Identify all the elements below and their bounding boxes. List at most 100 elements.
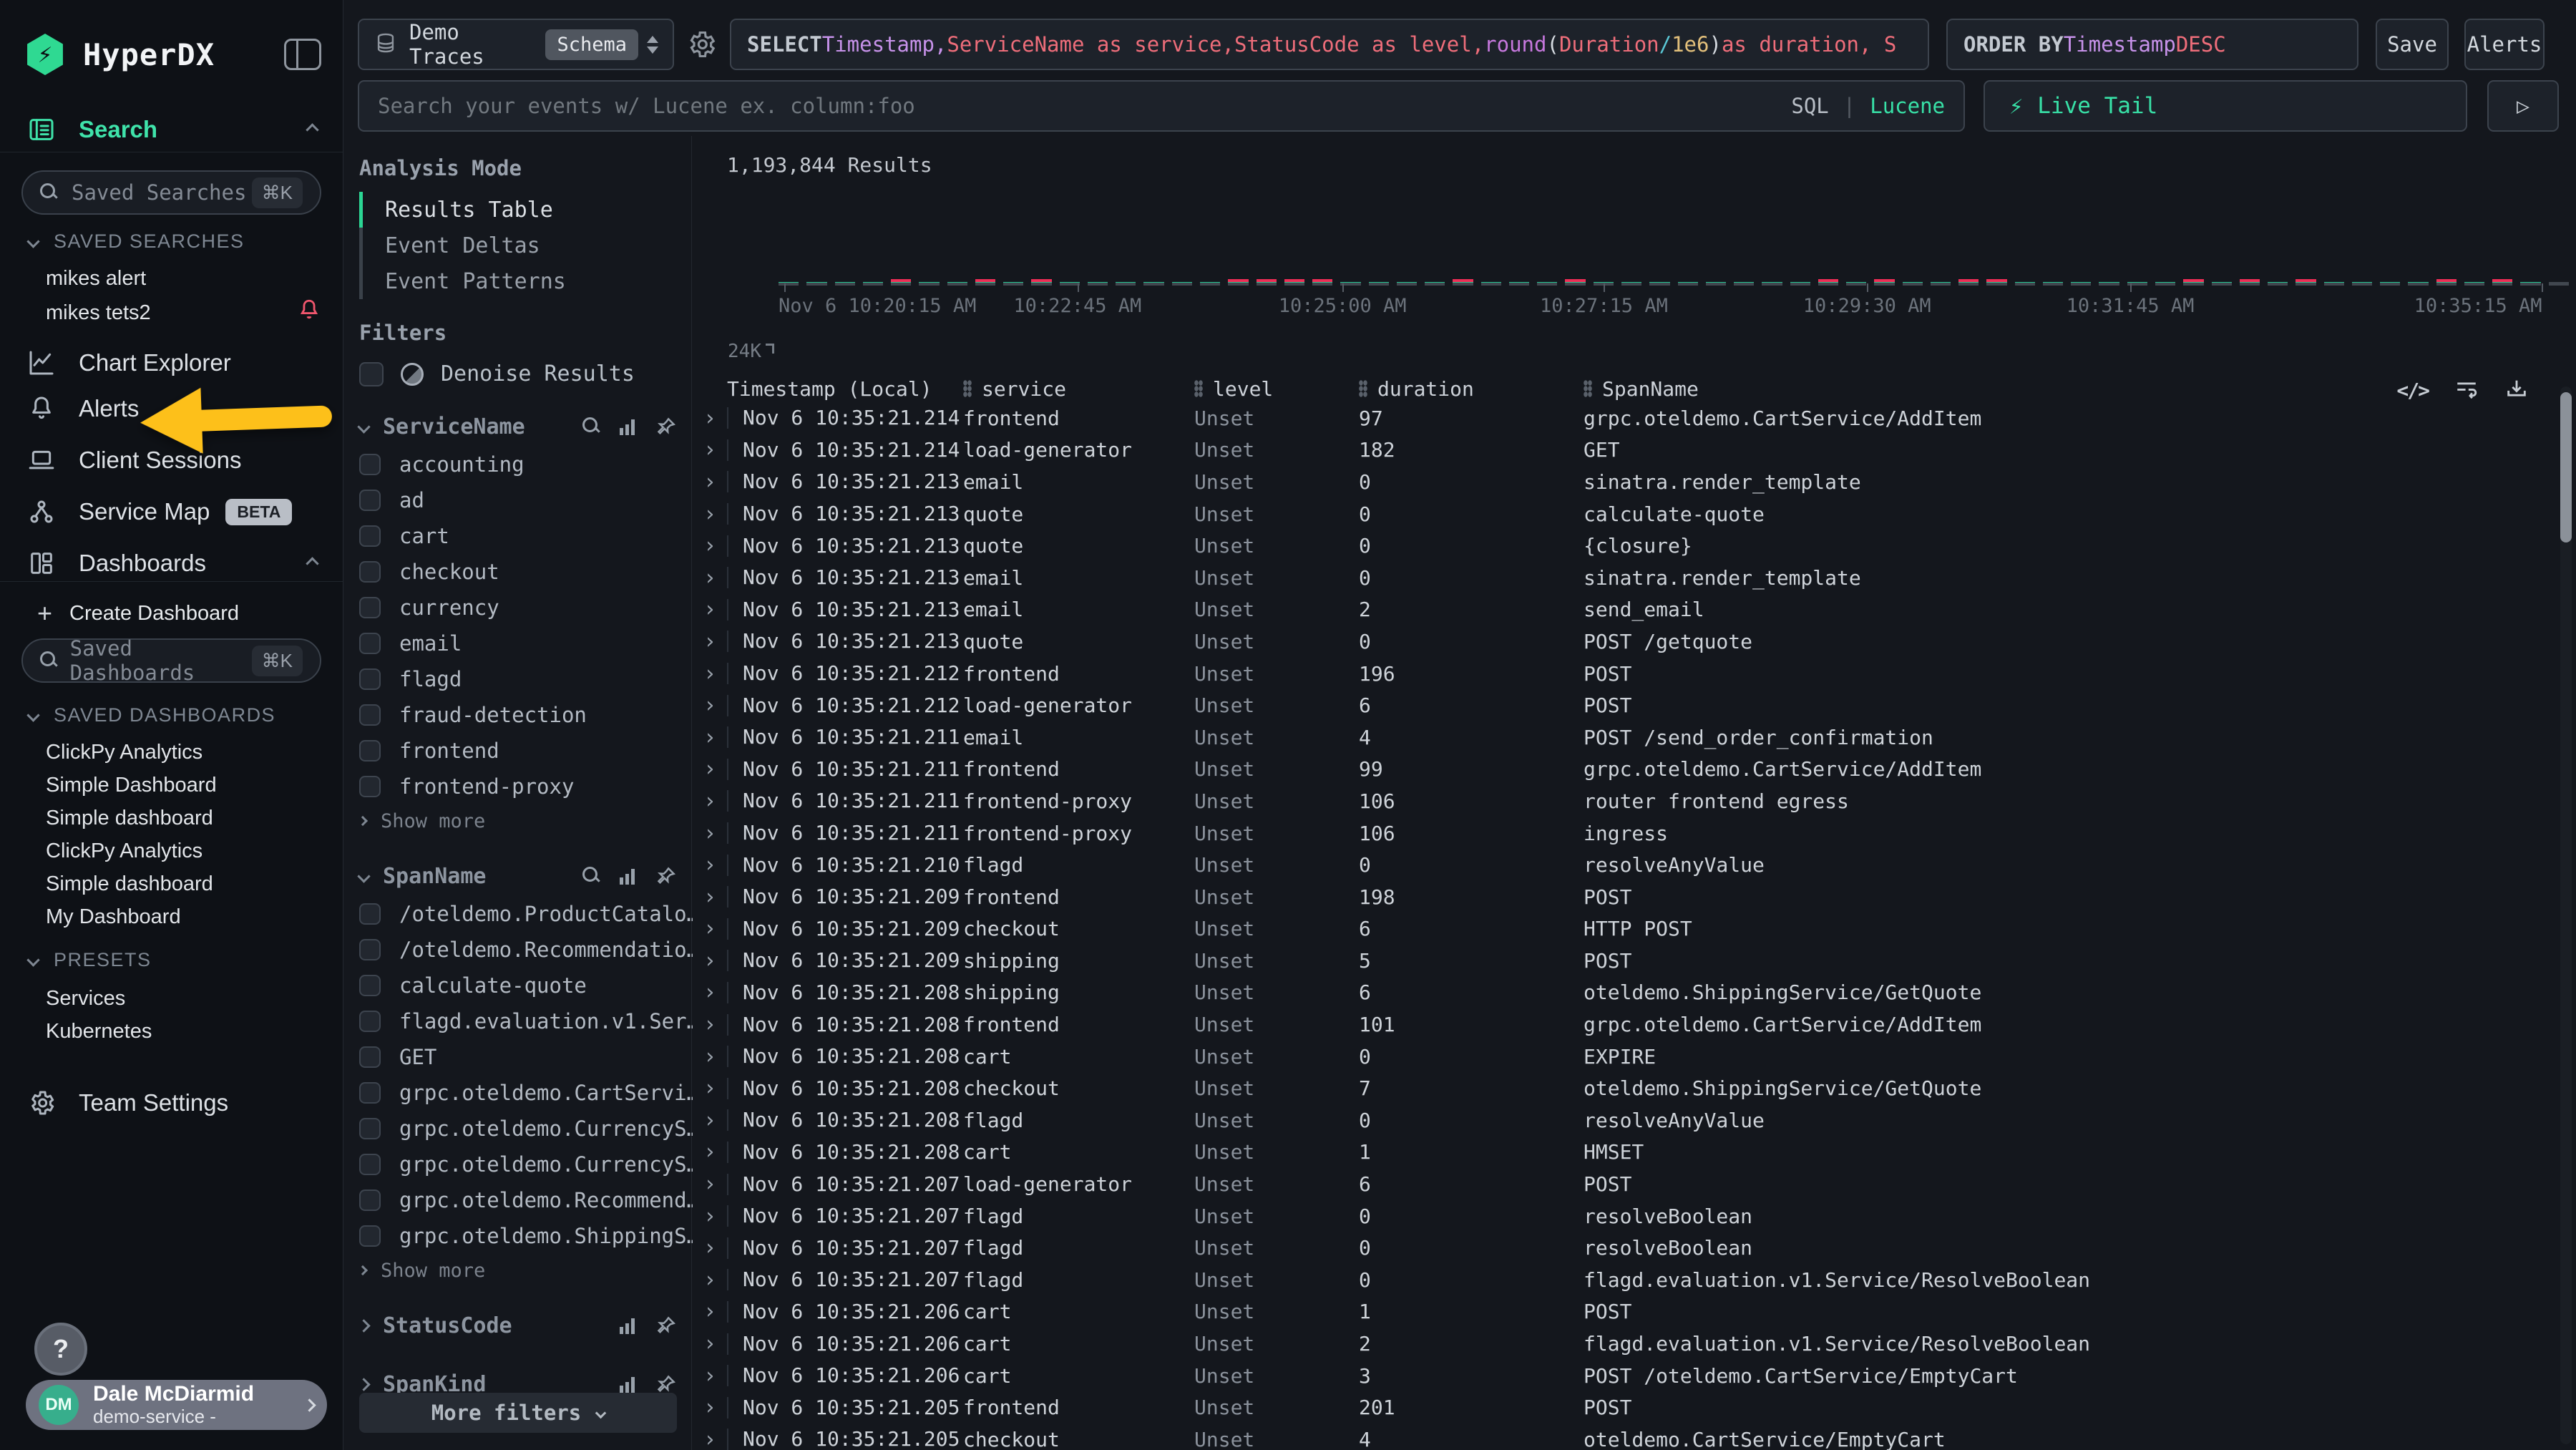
checkbox[interactable]	[359, 1189, 381, 1211]
sidebar-item-search[interactable]: Search	[0, 109, 343, 150]
show-more-button[interactable]: Show more	[359, 804, 677, 837]
event-search-input[interactable]: Search your events w/ Lucene ex. column:…	[358, 80, 1965, 132]
bar-chart-icon[interactable]	[620, 418, 637, 435]
table-row[interactable]: ›Nov 6 10:35:21.210 AMflagdUnset0resolve…	[693, 849, 2576, 881]
presets-section-label[interactable]: PRESETS	[29, 949, 321, 971]
histogram-bar[interactable]	[1986, 213, 2006, 286]
histogram-bar[interactable]	[1846, 213, 1866, 286]
row-expand-chevron-icon[interactable]: ›	[693, 1299, 727, 1324]
histogram-bar[interactable]	[1565, 213, 1585, 286]
row-expand-chevron-icon[interactable]: ›	[693, 1363, 727, 1388]
checkbox[interactable]	[359, 903, 381, 925]
histogram-bar[interactable]	[1818, 213, 1838, 286]
histogram-bar[interactable]	[2240, 213, 2260, 286]
row-expand-chevron-icon[interactable]: ›	[693, 502, 727, 527]
events-histogram[interactable]	[779, 213, 2569, 286]
histogram-bar[interactable]	[1143, 213, 1163, 286]
bar-chart-icon[interactable]	[620, 867, 637, 885]
histogram-bar[interactable]	[1537, 213, 1557, 286]
table-row[interactable]: ›Nov 6 10:35:21.211 AMfrontendUnset99grp…	[693, 754, 2576, 786]
histogram-bar[interactable]	[835, 213, 855, 286]
histogram-bar[interactable]	[1734, 213, 1754, 286]
facet-value-checkbox[interactable]: grpc.oteldemo.CurrencyS…	[359, 1111, 677, 1147]
saved-searches-input[interactable]: Saved Searches ⌘K	[21, 170, 321, 215]
row-expand-chevron-icon[interactable]: ›	[693, 1427, 727, 1450]
checkbox[interactable]	[359, 633, 381, 654]
table-row[interactable]: ›Nov 6 10:35:21.213 AMemailUnset0sinatra…	[693, 562, 2576, 594]
table-row[interactable]: ›Nov 6 10:35:21.207 AMload-generatorUnse…	[693, 1168, 2576, 1200]
sidebar-item-chart-explorer[interactable]: Chart Explorer	[0, 342, 343, 384]
histogram-bar[interactable]	[1425, 213, 1445, 286]
facet-header-spanname[interactable]: SpanName	[359, 856, 677, 896]
checkbox[interactable]	[359, 454, 381, 475]
sql-mode-toggle[interactable]: SQL	[1791, 94, 1828, 118]
facet-value-checkbox[interactable]: /oteldemo.Recommendatio…	[359, 932, 677, 968]
table-row[interactable]: ›Nov 6 10:35:21.213 AMquoteUnset0{closur…	[693, 530, 2576, 562]
row-expand-chevron-icon[interactable]: ›	[693, 916, 727, 941]
lucene-mode-toggle[interactable]: Lucene	[1870, 94, 1945, 118]
checkbox[interactable]	[359, 597, 381, 618]
histogram-bar[interactable]	[1257, 213, 1277, 286]
table-row[interactable]: ›Nov 6 10:35:21.214 AMload-generatorUnse…	[693, 434, 2576, 467]
table-row[interactable]: ›Nov 6 10:35:21.208 AMcartUnset1HMSET	[693, 1137, 2576, 1169]
search-icon[interactable]	[582, 417, 601, 436]
show-more-button[interactable]: Show more	[359, 1254, 677, 1287]
facet-value-checkbox[interactable]: flagd	[359, 661, 677, 697]
row-expand-chevron-icon[interactable]: ›	[693, 406, 727, 431]
table-row[interactable]: ›Nov 6 10:35:21.208 AMcartUnset0EXPIRE	[693, 1041, 2576, 1073]
row-expand-chevron-icon[interactable]: ›	[693, 437, 727, 462]
row-expand-chevron-icon[interactable]: ›	[693, 661, 727, 686]
table-row[interactable]: ›Nov 6 10:35:21.209 AMfrontendUnset198PO…	[693, 881, 2576, 913]
user-menu[interactable]: DM Dale McDiarmid demo-service -	[26, 1380, 327, 1430]
table-row[interactable]: ›Nov 6 10:35:21.213 AMemailUnset2send_em…	[693, 594, 2576, 626]
saved-searches-section-label[interactable]: SAVED SEARCHES	[29, 230, 321, 253]
histogram-bar[interactable]	[806, 213, 826, 286]
checkbox[interactable]	[359, 525, 381, 547]
saved-dashboards-section-label[interactable]: SAVED DASHBOARDS	[29, 704, 321, 726]
histogram-bar[interactable]	[1706, 213, 1726, 286]
row-expand-chevron-icon[interactable]: ›	[693, 1076, 727, 1101]
saved-dashboard-item[interactable]: Simple dashboard	[46, 802, 321, 835]
table-row[interactable]: ›Nov 6 10:35:21.214 AMfrontendUnset97grp…	[693, 402, 2576, 434]
sql-select-input[interactable]: SELECT Timestamp, ServiceName as service…	[730, 19, 1929, 70]
histogram-bar[interactable]	[2352, 213, 2372, 286]
table-row[interactable]: ›Nov 6 10:35:21.206 AMcartUnset2flagd.ev…	[693, 1328, 2576, 1360]
table-row[interactable]: ›Nov 6 10:35:21.211 AMfrontend-proxyUnse…	[693, 785, 2576, 817]
facet-value-checkbox[interactable]: grpc.oteldemo.CartServi…	[359, 1075, 677, 1111]
checkbox[interactable]	[359, 939, 381, 960]
facet-value-checkbox[interactable]: frontend-proxy	[359, 769, 677, 804]
histogram-bar[interactable]	[1453, 213, 1473, 286]
more-filters-button[interactable]: More filters	[359, 1393, 677, 1433]
row-expand-chevron-icon[interactable]: ›	[693, 821, 727, 846]
bar-chart-icon[interactable]	[620, 1376, 637, 1393]
column-header-level[interactable]: level	[1194, 377, 1359, 401]
table-row[interactable]: ›Nov 6 10:35:21.208 AMfrontendUnset101gr…	[693, 1008, 2576, 1041]
sidebar-item-dashboards[interactable]: Dashboards	[0, 542, 343, 584]
histogram-bar[interactable]	[2071, 213, 2091, 286]
row-expand-chevron-icon[interactable]: ›	[693, 1012, 727, 1037]
row-expand-chevron-icon[interactable]: ›	[693, 565, 727, 590]
histogram-bar[interactable]	[2296, 213, 2316, 286]
histogram-bar[interactable]	[2549, 213, 2569, 286]
chevron-up-icon[interactable]	[306, 123, 318, 136]
live-tail-button[interactable]: ⚡ Live Tail	[1984, 80, 2467, 132]
source-selector[interactable]: Demo Traces Schema	[358, 19, 674, 70]
row-expand-chevron-icon[interactable]: ›	[693, 756, 727, 782]
histogram-bar[interactable]	[2212, 213, 2232, 286]
table-row[interactable]: ›Nov 6 10:35:21.208 AMflagdUnset0resolve…	[693, 1104, 2576, 1137]
histogram-bar[interactable]	[1003, 213, 1023, 286]
drag-handle-icon[interactable]	[1359, 380, 1367, 397]
checkbox[interactable]	[359, 561, 381, 583]
checkbox[interactable]	[359, 1046, 381, 1068]
histogram-bar[interactable]	[1312, 213, 1332, 286]
sidebar-item-team-settings[interactable]: Team Settings	[0, 1082, 343, 1124]
table-row[interactable]: ›Nov 6 10:35:21.211 AMemailUnset4POST /s…	[693, 721, 2576, 754]
row-expand-chevron-icon[interactable]: ›	[693, 1204, 727, 1229]
checkbox[interactable]	[359, 975, 381, 996]
facet-value-checkbox[interactable]: frontend	[359, 733, 677, 769]
histogram-bar[interactable]	[947, 213, 967, 286]
text-wrap-icon[interactable]	[2454, 376, 2479, 404]
histogram-bar[interactable]	[1088, 213, 1108, 286]
row-expand-chevron-icon[interactable]: ›	[693, 789, 727, 814]
histogram-bar[interactable]	[1031, 213, 1051, 286]
